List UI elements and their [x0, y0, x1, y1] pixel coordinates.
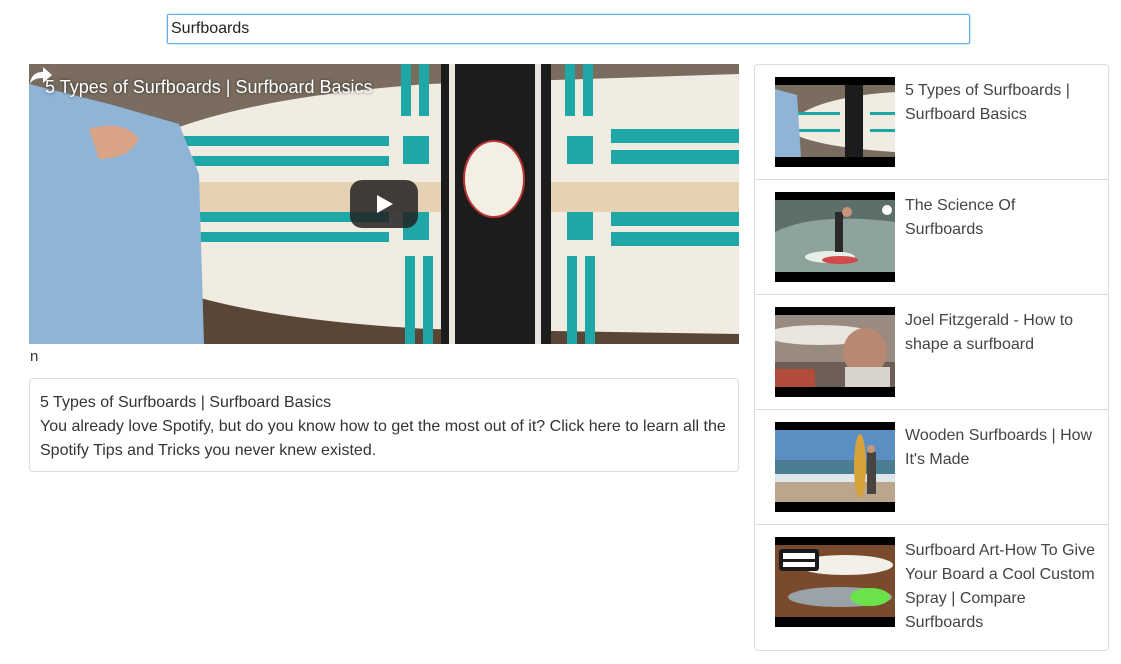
play-button[interactable] [350, 180, 418, 228]
list-item[interactable]: 5 Types of Surfboards | Surfboard Basics [755, 65, 1108, 180]
list-item[interactable]: The Science Of Surfboards [755, 180, 1108, 295]
description-title: 5 Types of Surfboards | Surfboard Basics [40, 394, 332, 411]
share-arrow-icon[interactable] [29, 64, 53, 86]
video-thumbnail[interactable] [775, 307, 895, 397]
video-description-panel: 5 Types of Surfboards | Surfboard Basics… [29, 378, 739, 472]
video-thumbnail[interactable] [775, 422, 895, 512]
video-title[interactable]: The Science Of Surfboards [905, 194, 1095, 242]
list-item[interactable]: Surfboard Art-How To Give Your Board a C… [755, 525, 1108, 650]
video-title[interactable]: 5 Types of Surfboards | Surfboard Basics [905, 79, 1095, 127]
player-title: 5 Types of Surfboards | Surfboard Basics [45, 77, 373, 97]
stray-text: n [30, 348, 39, 365]
list-item[interactable]: Joel Fitzgerald - How to shape a surfboa… [755, 295, 1108, 410]
video-title[interactable]: Joel Fitzgerald - How to shape a surfboa… [905, 309, 1095, 357]
video-title[interactable]: Wooden Surfboards | How It's Made [905, 424, 1095, 472]
youtube-play-icon [377, 195, 393, 213]
list-item[interactable]: Wooden Surfboards | How It's Made [755, 410, 1108, 525]
related-videos-list: 5 Types of Surfboards | Surfboard Basics… [754, 64, 1109, 651]
video-player[interactable]: 5 Types of Surfboards | Surfboard Basics [29, 64, 739, 344]
video-thumbnail[interactable] [775, 77, 895, 167]
video-title[interactable]: Surfboard Art-How To Give Your Board a C… [905, 539, 1095, 635]
video-thumbnail[interactable] [775, 192, 895, 282]
description-body: You already love Spotify, but do you kno… [40, 418, 726, 459]
search-input[interactable] [167, 14, 970, 44]
video-thumbnail[interactable] [775, 537, 895, 627]
